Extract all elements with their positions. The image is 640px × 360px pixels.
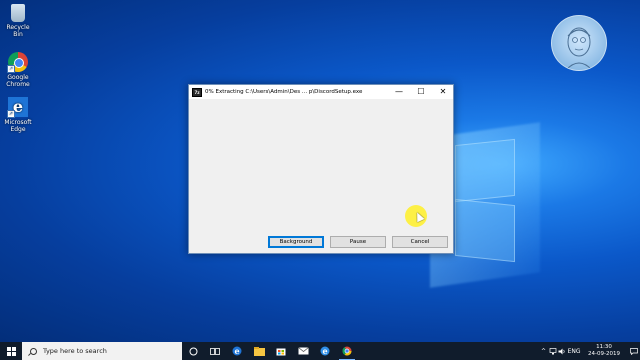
- cancel-button[interactable]: Cancel: [392, 236, 448, 248]
- dialog-body: [189, 99, 453, 253]
- webcam-avatar: [551, 15, 607, 71]
- search-placeholder: Type here to search: [43, 347, 107, 355]
- desktop-icon-google-chrome[interactable]: ↗ Google Chrome: [3, 52, 33, 88]
- windows-logo-pane: [455, 138, 515, 203]
- edge-icon: e ↗: [7, 97, 28, 118]
- folder-icon: [253, 346, 265, 356]
- shortcut-arrow-icon: ↗: [7, 110, 15, 118]
- desktop-icon-label: Google Chrome: [6, 74, 30, 88]
- network-icon: [549, 347, 556, 354]
- cortana-icon: [189, 347, 197, 355]
- dialog-titlebar[interactable]: 7z 0% Extracting C:\Users\Admin\Des ... …: [189, 85, 453, 99]
- start-button[interactable]: [0, 342, 22, 360]
- seven-zip-icon: 7z: [192, 87, 202, 97]
- taskbar-clock[interactable]: 11:30 24-09-2019: [588, 344, 620, 358]
- speaker-icon: [558, 348, 565, 354]
- background-button[interactable]: Background: [268, 236, 324, 248]
- desktop-icon-recycle-bin[interactable]: Recycle Bin: [3, 4, 33, 38]
- dialog-title: 0% Extracting C:\Users\Admin\Des ... p\D…: [205, 89, 363, 95]
- windows-logo-icon: [6, 346, 16, 356]
- notification-icon: [630, 347, 638, 355]
- taskbar-store[interactable]: [270, 342, 292, 360]
- chrome-icon: [342, 346, 352, 356]
- svg-text:e: e: [234, 346, 239, 356]
- taskbar-chrome[interactable]: [336, 342, 358, 360]
- system-tray: ^ ENG 11:30 24-09-2019: [539, 342, 640, 360]
- maximize-button[interactable]: ☐: [410, 85, 432, 99]
- pause-button[interactable]: Pause: [330, 236, 386, 248]
- cortana-button[interactable]: [182, 342, 204, 360]
- recycle-bin-icon: [11, 4, 25, 22]
- taskbar-file-explorer[interactable]: [248, 342, 270, 360]
- clock-date: 24-09-2019: [588, 351, 620, 357]
- extracting-dialog[interactable]: 7z 0% Extracting C:\Users\Admin\Des ... …: [188, 84, 454, 254]
- action-center-button[interactable]: [628, 342, 640, 360]
- store-icon: [276, 348, 286, 356]
- taskbar-edge-2[interactable]: e: [314, 342, 336, 360]
- show-hidden-icons-button[interactable]: ^: [539, 342, 548, 360]
- taskbar-search-box[interactable]: Type here to search: [22, 342, 182, 360]
- svg-text:e: e: [322, 346, 327, 356]
- chrome-icon: ↗: [7, 52, 28, 73]
- chevron-up-icon: ^: [541, 347, 547, 355]
- volume-button[interactable]: [557, 342, 566, 360]
- edge-icon: e: [320, 346, 330, 356]
- task-view-button[interactable]: [204, 342, 226, 360]
- desktop-icon-label: Recycle Bin: [6, 24, 30, 38]
- search-icon: [30, 347, 37, 355]
- taskbar-mail[interactable]: [292, 342, 314, 360]
- language-label: ENG: [567, 347, 581, 355]
- mail-icon: [297, 347, 309, 355]
- network-button[interactable]: [548, 342, 557, 360]
- taskbar-edge[interactable]: e: [226, 342, 248, 360]
- windows-logo-pane: [455, 198, 515, 263]
- shortcut-arrow-icon: ↗: [7, 65, 15, 73]
- task-view-icon: [210, 347, 220, 355]
- taskbar: Type here to search e e ^ ENG 11:30 24-0…: [0, 342, 640, 360]
- clock-time: 11:30: [596, 344, 612, 350]
- close-button[interactable]: ✕: [432, 85, 454, 99]
- desktop-icon-microsoft-edge[interactable]: e ↗ Microsoft Edge: [3, 97, 33, 133]
- desktop-icon-label: Microsoft Edge: [4, 119, 32, 133]
- minimize-button[interactable]: —: [388, 85, 410, 99]
- language-indicator[interactable]: ENG: [566, 342, 582, 360]
- edge-icon: e: [232, 346, 242, 356]
